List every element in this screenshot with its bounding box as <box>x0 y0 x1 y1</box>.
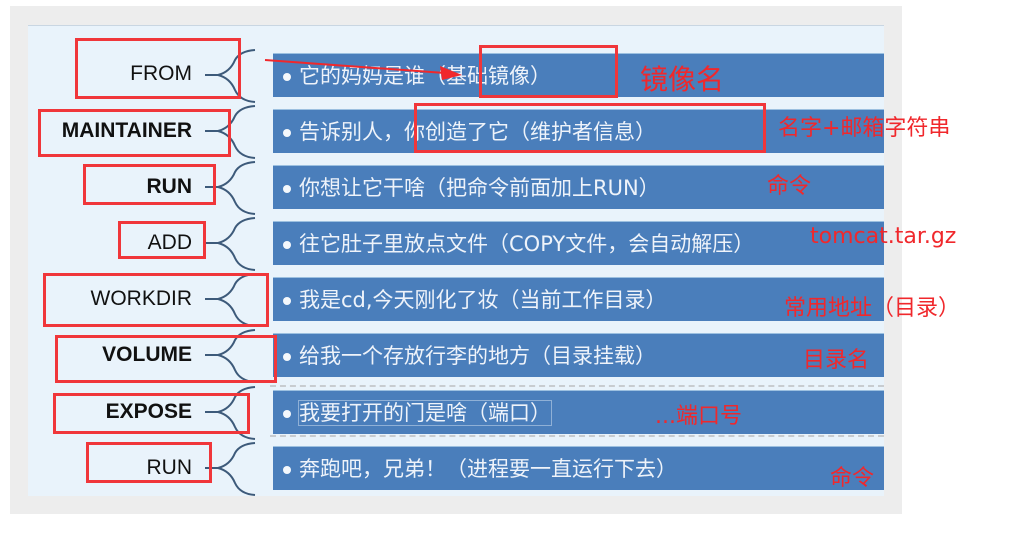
annotation-run-2: 命令 <box>830 466 875 491</box>
annotation-run: 命令 <box>767 174 812 199</box>
annotation-from: 镜像名 <box>640 63 725 96</box>
annotation-add: tomcat.tar.gz <box>810 224 957 249</box>
annotation-workdir: 常用地址（目录） <box>784 296 961 321</box>
annotation-maintainer: 名字+邮箱字符串 <box>778 116 951 141</box>
annotation-volume: 目录名 <box>803 348 870 373</box>
annotation-expose: ...端口号 <box>655 404 742 429</box>
